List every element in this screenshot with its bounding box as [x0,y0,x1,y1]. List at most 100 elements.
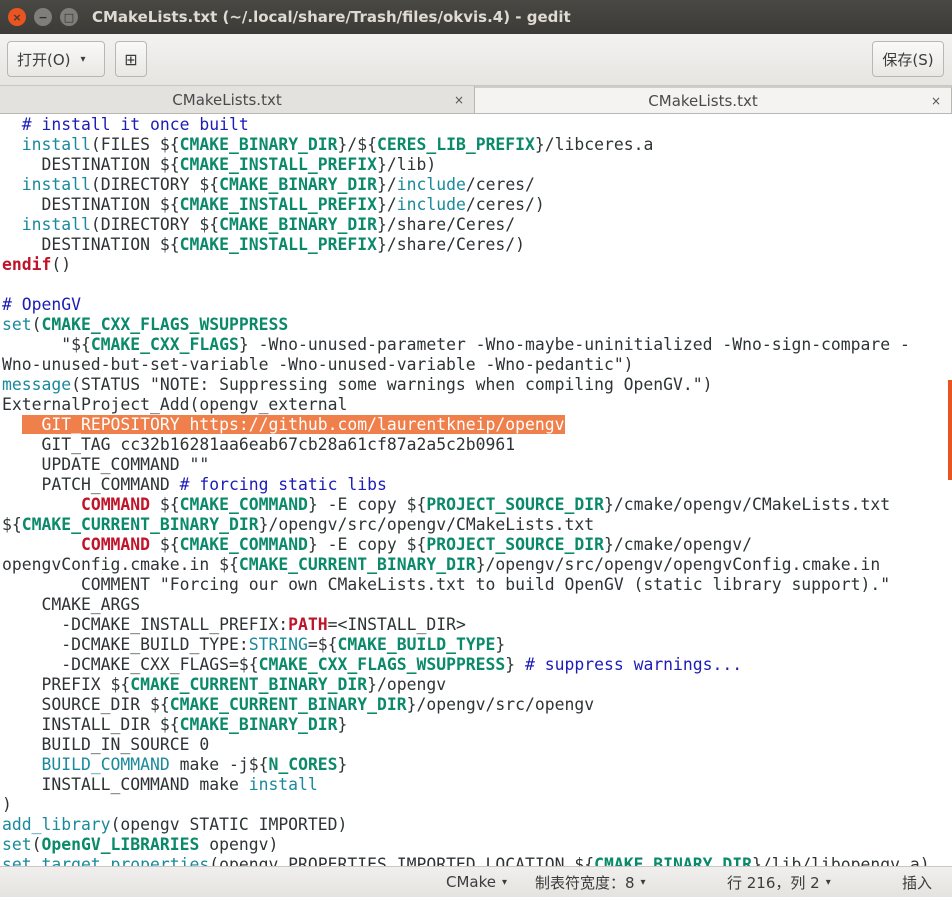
code-line[interactable]: endif() [2,255,71,275]
code-token: (FILES ${ [90,135,180,154]
code-token: UPDATE_COMMAND "" [2,455,210,474]
code-line[interactable]: # OpenGV [2,295,81,315]
code-token: CMAKE_BINARY_DIR [594,855,752,866]
chevron-down-icon: ▾ [825,876,831,888]
code-token: CMAKE_CURRENT_BINARY_DIR [169,695,407,714]
insert-mode: 插入 [902,873,933,892]
minimize-window-button[interactable]: − [34,8,52,26]
code-line[interactable]: add_library(opengv STATIC IMPORTED) [2,815,347,835]
language-label: CMake [446,873,496,891]
code-token: DESTINATION ${ [2,235,180,254]
code-token: # install it once built [21,115,249,134]
code-line[interactable]: BUILD_COMMAND make -j${N_CORES} [2,755,347,775]
code-line[interactable]: INSTALL_DIR ${CMAKE_BINARY_DIR} [2,715,347,735]
code-token: COMMENT "Forcing our own CMakeLists.txt … [2,575,891,594]
code-token: } -E copy ${ [307,495,427,514]
language-selector[interactable]: CMake ▾ [446,867,507,897]
cursor-position[interactable]: 行 216，列 2 ▾ [727,867,831,897]
open-label: 打开(O) [17,50,71,69]
tab-width-label: 制表符宽度：8 [535,873,635,892]
code-token: endif [2,255,52,274]
tab-label: CMakeLists.txt [648,91,758,110]
code-line[interactable]: COMMAND ${CMAKE_COMMAND} -E copy ${PROJE… [2,535,752,555]
code-token: CMAKE_COMMAND [179,495,308,514]
code-token: (opengv PROPERTIES IMPORTED_LOCATION ${ [209,855,595,866]
code-token: CMAKE_CXX_FLAGS_WSUPPRESS [258,655,506,674]
tab-cmakelists-1[interactable]: CMakeLists.txt × [0,86,475,113]
code-line[interactable]: "${CMAKE_CXX_FLAGS} -Wno-unused-paramete… [2,335,910,355]
code-line[interactable]: install(DIRECTORY ${CMAKE_BINARY_DIR}/sh… [2,215,515,235]
code-line[interactable]: install(DIRECTORY ${CMAKE_BINARY_DIR}/in… [2,175,535,195]
chevron-down-icon: ▾ [640,876,646,888]
tab-cmakelists-2[interactable]: CMakeLists.txt × [475,86,952,113]
code-line[interactable]: INSTALL_COMMAND make install [2,775,317,795]
code-line[interactable]: -DCMAKE_INSTALL_PREFIX:PATH=<INSTALL_DIR… [2,615,466,635]
close-icon: × [12,10,22,24]
code-line[interactable]: ExternalProject_Add(opengv_external [2,395,347,415]
code-line[interactable]: set(OpenGV_LIBRARIES opengv) [2,835,278,855]
tab-label: CMakeLists.txt [172,90,282,109]
code-line[interactable]: CMAKE_ARGS [2,595,140,615]
code-token: } -E copy ${ [307,535,427,554]
close-icon[interactable]: × [454,93,474,107]
code-line[interactable]: set(CMAKE_CXX_FLAGS_WSUPPRESS [2,315,288,335]
window-title: CMakeLists.txt (~/.local/share/Trash/fil… [92,8,571,26]
scrollbar-indicator[interactable] [948,380,952,480]
code-token: CERES_LIB_PREFIX [377,135,535,154]
code-token: }/opengv/src/opengv/opengvConfig.cmake.i… [475,555,881,574]
code-token: CMAKE_CXX_FLAGS [90,335,239,354]
code-token: CMAKE_BINARY_DIR [219,175,378,194]
save-button[interactable]: 保存(S) [872,41,944,77]
close-window-button[interactable]: × [8,8,26,26]
code-line[interactable]: BUILD_IN_SOURCE 0 [2,735,209,755]
code-line[interactable]: opengvConfig.cmake.in ${CMAKE_CURRENT_BI… [2,555,880,575]
new-tab-button[interactable]: ⊞ [115,41,147,77]
code-line[interactable]: GIT_TAG cc32b16281aa6eab67cb28a61cf87a2a… [2,435,515,455]
code-line[interactable]: ) [2,795,12,815]
code-line[interactable]: install(FILES ${CMAKE_BINARY_DIR}/${CERE… [2,135,654,155]
code-line[interactable]: message(STATUS "NOTE: Suppressing some w… [2,375,713,395]
tab-width-selector[interactable]: 制表符宽度：8 ▾ [535,867,646,897]
code-token: -DCMAKE_CXX_FLAGS=${ [2,655,259,674]
code-line[interactable]: DESTINATION ${CMAKE_INSTALL_PREFIX}/incl… [2,195,544,215]
code-token: opengv) [199,835,279,854]
code-line[interactable]: -DCMAKE_CXX_FLAGS=${CMAKE_CXX_FLAGS_WSUP… [2,655,742,675]
code-token: SOURCE_DIR ${ [2,695,170,714]
code-token: CMAKE_INSTALL_PREFIX [179,235,377,254]
open-button[interactable]: 打开(O) ▾ [7,41,105,77]
code-line[interactable]: GIT_REPOSITORY https://github.com/lauren… [2,415,565,435]
code-line[interactable]: PATCH_COMMAND # forcing static libs [2,475,386,495]
code-line[interactable]: COMMENT "Forcing our own CMakeLists.txt … [2,575,890,595]
code-line[interactable]: SOURCE_DIR ${CMAKE_CURRENT_BINARY_DIR}/o… [2,695,594,715]
code-line[interactable]: PREFIX ${CMAKE_CURRENT_BINARY_DIR}/openg… [2,675,446,695]
code-line[interactable]: ${CMAKE_CURRENT_BINARY_DIR}/opengv/src/o… [2,515,594,535]
code-line[interactable]: UPDATE_COMMAND "" [2,455,209,475]
close-icon[interactable]: × [931,94,951,108]
maximize-window-button[interactable]: □ [60,8,78,26]
code-token: CMAKE_BINARY_DIR [219,215,378,234]
code-token: CMAKE_CURRENT_BINARY_DIR [130,675,368,694]
code-token: PROJECT_SOURCE_DIR [426,495,604,514]
code-line[interactable]: DESTINATION ${CMAKE_INSTALL_PREFIX}/shar… [2,235,525,255]
code-line[interactable]: # install it once built [2,115,249,135]
code-line[interactable]: Wno-unused-but-set-variable -Wno-unused-… [2,355,634,375]
code-token: DESTINATION ${ [2,195,180,214]
code-line[interactable]: set_target_properties(opengv PROPERTIES … [2,855,930,866]
code-line[interactable]: COMMAND ${CMAKE_COMMAND} -E copy ${PROJE… [2,495,890,515]
status-bar: CMake ▾ 制表符宽度：8 ▾ 行 216，列 2 ▾ 插入 [0,866,952,897]
code-token: ) [2,795,12,814]
code-token: COMMAND [80,535,151,554]
code-token: "${ [2,335,91,354]
code-token: OpenGV_LIBRARIES [41,835,200,854]
code-token: }/opengv/src/opengv [406,695,595,714]
code-token: set [2,835,32,854]
code-line[interactable]: DESTINATION ${CMAKE_INSTALL_PREFIX}/lib) [2,155,436,175]
code-token: }/opengv/src/opengv/CMakeLists.txt [258,515,595,534]
code-token: }/ [377,195,397,214]
cursor-position-label: 行 216，列 2 [727,873,820,892]
text-editor[interactable]: # install it once built install(FILES ${… [0,114,952,866]
code-line[interactable]: -DCMAKE_BUILD_TYPE:STRING=${CMAKE_BUILD_… [2,635,505,655]
